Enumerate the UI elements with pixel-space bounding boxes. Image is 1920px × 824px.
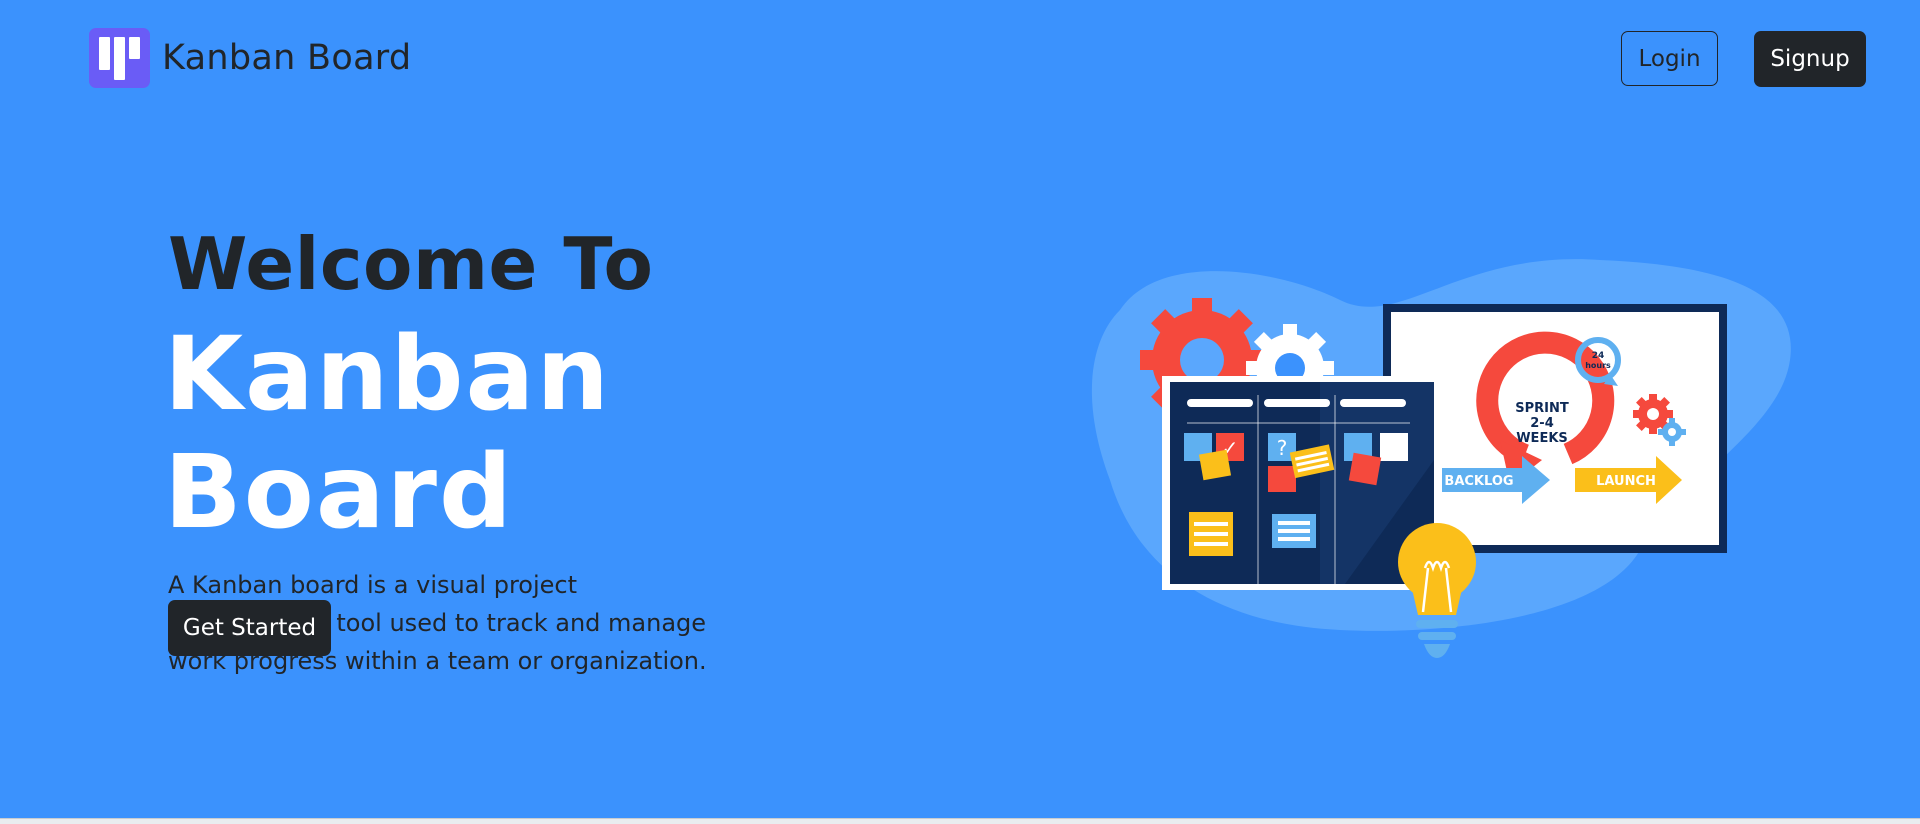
kanban-logo-icon: [89, 28, 150, 88]
brand-name: Kanban Board: [162, 38, 412, 78]
svg-text:2-4: 2-4: [1530, 416, 1554, 431]
svg-text:?: ?: [1277, 436, 1288, 460]
signup-button[interactable]: Signup: [1754, 31, 1866, 87]
svg-text:LAUNCH: LAUNCH: [1596, 474, 1656, 489]
svg-text:WEEKS: WEEKS: [1516, 431, 1568, 446]
hero-title: Kanban Board: [164, 315, 611, 552]
svg-text:BACKLOG: BACKLOG: [1444, 474, 1513, 489]
svg-text:24: 24: [1592, 351, 1605, 361]
get-started-button[interactable]: Get Started: [168, 600, 331, 656]
svg-text:SPRINT: SPRINT: [1515, 401, 1569, 416]
svg-text:hours: hours: [1585, 361, 1611, 370]
navbar: Kanban Board Login Signup: [0, 0, 1920, 120]
login-button[interactable]: Login: [1621, 31, 1718, 86]
welcome-heading: Welcome To: [168, 222, 654, 306]
kanban-illustration: SPRINT 2-4 WEEKS 24 hours BACKLOG LAUNCH…: [1091, 259, 1791, 658]
bottom-scrollbar-strip: [0, 818, 1920, 824]
brand-link[interactable]: Kanban Board: [89, 28, 411, 88]
